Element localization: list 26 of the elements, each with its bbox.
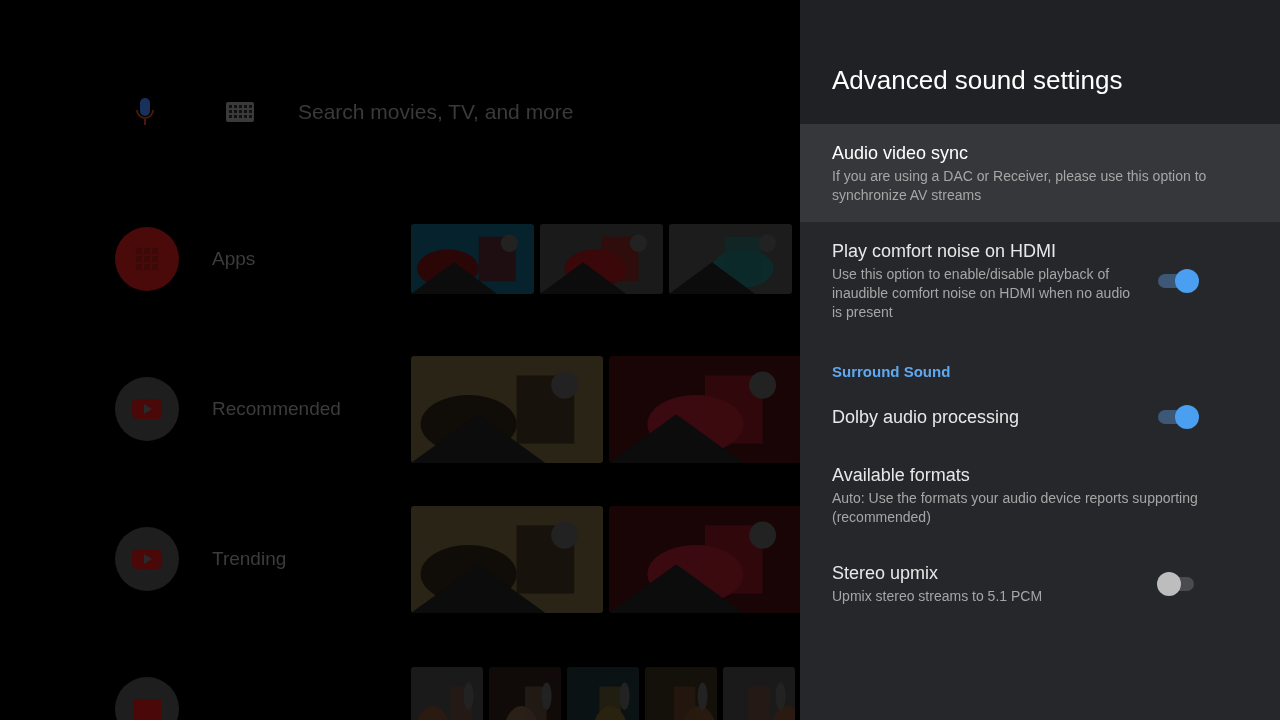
item-summary: Upmix stereo streams to 5.1 PCM bbox=[832, 587, 1044, 606]
settings-item[interactable]: Play comfort noise on HDMI Use this option to enable/disable playback of inaudible comfort noise on HDMI when no audio is present bbox=[800, 222, 1280, 339]
row-label: Trending bbox=[212, 548, 288, 570]
row-label: Recommended bbox=[212, 398, 342, 420]
play-icon[interactable] bbox=[115, 377, 179, 441]
item-title: Audio video sync bbox=[832, 142, 970, 165]
item-title: Available formats bbox=[832, 464, 971, 487]
item-title: Play comfort noise on HDMI bbox=[832, 240, 1058, 263]
panel-title: Advanced sound settings bbox=[832, 64, 1124, 97]
toggle-switch[interactable] bbox=[1156, 405, 1200, 429]
settings-item[interactable]: Dolby audio processing bbox=[800, 388, 1280, 446]
settings-item[interactable]: Stereo upmix Upmix stereo streams to 5.1 PCM bbox=[800, 544, 1280, 623]
item-summary: Auto: Use the formats your audio device reports supporting (recommended) bbox=[832, 489, 1199, 527]
item-summary: If you are using a DAC or Receiver, please use this option to synchronize AV streams bbox=[832, 167, 1208, 205]
row-label: Apps bbox=[212, 248, 257, 270]
microphone-icon[interactable] bbox=[134, 96, 156, 128]
toggle-switch[interactable] bbox=[1156, 268, 1200, 293]
keyboard-icon[interactable] bbox=[226, 102, 254, 122]
item-title: Stereo upmix bbox=[832, 562, 940, 585]
play-icon[interactable] bbox=[115, 527, 179, 591]
apps-icon[interactable] bbox=[115, 227, 179, 291]
section-header: Surround Sound bbox=[832, 363, 951, 380]
settings-item[interactable]: Audio video sync If you are using a DAC or Receiver, please use this option to synchronize AV streams bbox=[800, 124, 1280, 222]
item-title: Dolby audio processing bbox=[832, 406, 1021, 429]
item-summary: Use this option to enable/disable playback of inaudible comfort noise on HDMI when no audio is present bbox=[832, 265, 1132, 322]
settings-item[interactable]: Available formats Auto: Use the formats your audio device reports supporting (recommended) bbox=[800, 446, 1280, 544]
